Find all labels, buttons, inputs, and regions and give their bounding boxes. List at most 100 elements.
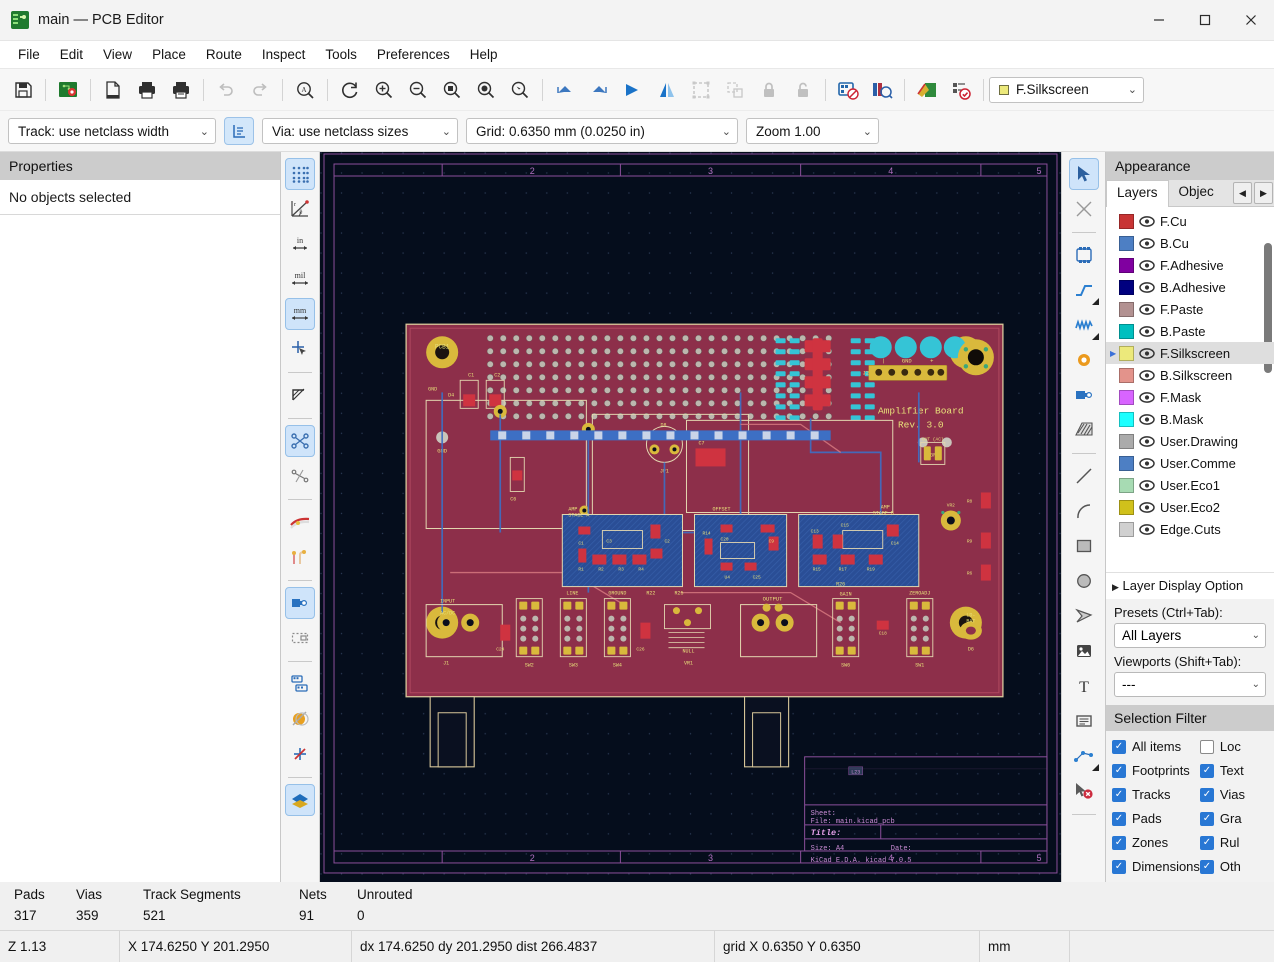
- toggle-grid-icon[interactable]: [285, 158, 315, 190]
- checkbox-icon[interactable]: [1112, 859, 1126, 874]
- checkbox-icon[interactable]: [1112, 763, 1126, 778]
- minimize-button[interactable]: [1136, 0, 1182, 41]
- drc-icon[interactable]: [944, 74, 978, 106]
- menu-tools[interactable]: Tools: [315, 43, 367, 66]
- eye-visibility-icon[interactable]: [1139, 391, 1156, 403]
- layer-color-swatch[interactable]: [1119, 279, 1134, 295]
- presets-selector[interactable]: All Layers ⌄: [1114, 623, 1266, 648]
- menu-edit[interactable]: Edit: [50, 43, 93, 66]
- filter-graphics[interactable]: Gra: [1199, 807, 1272, 830]
- undo-icon[interactable]: [209, 74, 243, 106]
- zoom-fit-page-icon[interactable]: [435, 74, 469, 106]
- layer-row[interactable]: User.Eco1: [1106, 474, 1274, 496]
- menu-preferences[interactable]: Preferences: [367, 43, 460, 66]
- sketch-graphics-icon[interactable]: [285, 622, 315, 654]
- zoom-fit-objects-icon[interactable]: [469, 74, 503, 106]
- layer-color-swatch[interactable]: [1119, 301, 1134, 317]
- eye-visibility-icon[interactable]: [1139, 435, 1156, 447]
- layer-color-swatch[interactable]: [1119, 433, 1134, 449]
- rotate-cw-icon[interactable]: [582, 74, 616, 106]
- filter-rule-areas[interactable]: Rul: [1199, 831, 1272, 854]
- eye-visibility-icon[interactable]: [1139, 237, 1156, 249]
- draw-circle-tool-icon[interactable]: [1069, 565, 1099, 597]
- sketch-zones-icon[interactable]: [285, 703, 315, 735]
- layer-color-swatch[interactable]: [1119, 389, 1134, 405]
- delete-tool-icon[interactable]: [1069, 775, 1099, 807]
- tab-layers[interactable]: Layers: [1106, 180, 1169, 207]
- layer-color-swatch[interactable]: [1119, 477, 1134, 493]
- draw-line-tool-icon[interactable]: [1069, 460, 1099, 492]
- net-highlight-icon[interactable]: [285, 460, 315, 492]
- board-setup-icon[interactable]: [51, 74, 85, 106]
- tune-length-tool-icon[interactable]: [1069, 309, 1099, 341]
- draw-arc-tool-icon[interactable]: [1069, 495, 1099, 527]
- checkbox-icon[interactable]: [1199, 763, 1214, 778]
- layer-color-swatch[interactable]: [1119, 521, 1134, 537]
- close-button[interactable]: [1228, 0, 1274, 41]
- eye-visibility-icon[interactable]: [1139, 303, 1156, 315]
- eye-visibility-icon[interactable]: [1139, 369, 1156, 381]
- zoom-selection-icon[interactable]: [503, 74, 537, 106]
- menu-route[interactable]: Route: [196, 43, 252, 66]
- checkbox-icon[interactable]: [1112, 739, 1126, 754]
- zoom-selector[interactable]: Zoom 1.00 ⌄: [746, 118, 879, 144]
- menu-file[interactable]: File: [8, 43, 50, 66]
- add-text-tool-icon[interactable]: T: [1069, 670, 1099, 702]
- units-millimeters-icon[interactable]: mm: [285, 298, 315, 330]
- layer-row[interactable]: B.Paste: [1106, 320, 1274, 342]
- polar-coordinates-icon[interactable]: rθ: [285, 193, 315, 225]
- layer-row[interactable]: Edge.Cuts: [1106, 518, 1274, 540]
- layer-row[interactable]: F.Mask: [1106, 386, 1274, 408]
- layer-color-swatch[interactable]: [1119, 213, 1134, 229]
- chevron-left-icon[interactable]: ◀: [1233, 182, 1252, 204]
- lock-icon[interactable]: [752, 74, 786, 106]
- zoom-out-icon[interactable]: [401, 74, 435, 106]
- 3d-viewer-icon[interactable]: [910, 74, 944, 106]
- add-dimension-tool-icon[interactable]: [1069, 740, 1099, 772]
- plot-icon[interactable]: [164, 74, 198, 106]
- sketch-pads-icon[interactable]: [285, 587, 315, 619]
- save-icon[interactable]: [6, 74, 40, 106]
- group-icon[interactable]: [684, 74, 718, 106]
- menu-view[interactable]: View: [93, 43, 142, 66]
- checkbox-icon[interactable]: [1199, 739, 1214, 754]
- footprint-editor-icon[interactable]: [831, 74, 865, 106]
- eye-visibility-icon[interactable]: [1139, 457, 1156, 469]
- via-size-selector[interactable]: Via: use netclass sizes ⌄: [262, 118, 458, 144]
- netclass-values-icon[interactable]: [224, 117, 254, 145]
- zone-no-outline-icon[interactable]: [285, 738, 315, 770]
- eye-visibility-icon[interactable]: [1139, 325, 1156, 337]
- print-icon[interactable]: [130, 74, 164, 106]
- layer-color-swatch[interactable]: [1119, 345, 1134, 361]
- flip-horizontal-icon[interactable]: [616, 74, 650, 106]
- menu-place[interactable]: Place: [142, 43, 196, 66]
- eye-visibility-icon[interactable]: [1139, 479, 1156, 491]
- layer-row[interactable]: F.Cu: [1106, 210, 1274, 232]
- filter-vias[interactable]: Vias: [1199, 783, 1272, 806]
- checkbox-icon[interactable]: [1199, 811, 1214, 826]
- layer-row[interactable]: B.Mask: [1106, 408, 1274, 430]
- refresh-icon[interactable]: [333, 74, 367, 106]
- layer-row[interactable]: F.Paste: [1106, 298, 1274, 320]
- eye-visibility-icon[interactable]: [1139, 215, 1156, 227]
- filter-zones[interactable]: Zones: [1112, 831, 1200, 854]
- eye-visibility-icon[interactable]: [1139, 347, 1156, 359]
- add-footprint-tool-icon[interactable]: [1069, 239, 1099, 271]
- pcb-drawing-area[interactable]: 2 3 4 5 2 3 4 5 PCB1 | GND + J2 Amplifie…: [320, 152, 1061, 882]
- layer-row[interactable]: F.Adhesive: [1106, 254, 1274, 276]
- unlock-icon[interactable]: [786, 74, 820, 106]
- add-via-tool-icon[interactable]: [1069, 344, 1099, 376]
- tab-objects[interactable]: Objec: [1169, 180, 1224, 206]
- curved-ratsnest-icon[interactable]: [285, 425, 315, 457]
- layer-color-swatch[interactable]: [1119, 235, 1134, 251]
- filter-tracks[interactable]: Tracks: [1112, 783, 1200, 806]
- sketch-vias-icon[interactable]: [285, 541, 315, 573]
- eye-visibility-icon[interactable]: [1139, 523, 1156, 535]
- pcb-canvas[interactable]: 2 3 4 5 2 3 4 5 PCB1 | GND + J2 Amplifie…: [320, 152, 1061, 882]
- filter-locked[interactable]: Loc: [1199, 735, 1272, 758]
- filter-pads[interactable]: Pads: [1112, 807, 1200, 830]
- chevron-right-icon[interactable]: ▶: [1254, 182, 1273, 204]
- checkbox-icon[interactable]: [1112, 835, 1126, 850]
- find-icon[interactable]: A: [288, 74, 322, 106]
- active-layer-selector[interactable]: F.Silkscreen ⌄: [989, 76, 1144, 103]
